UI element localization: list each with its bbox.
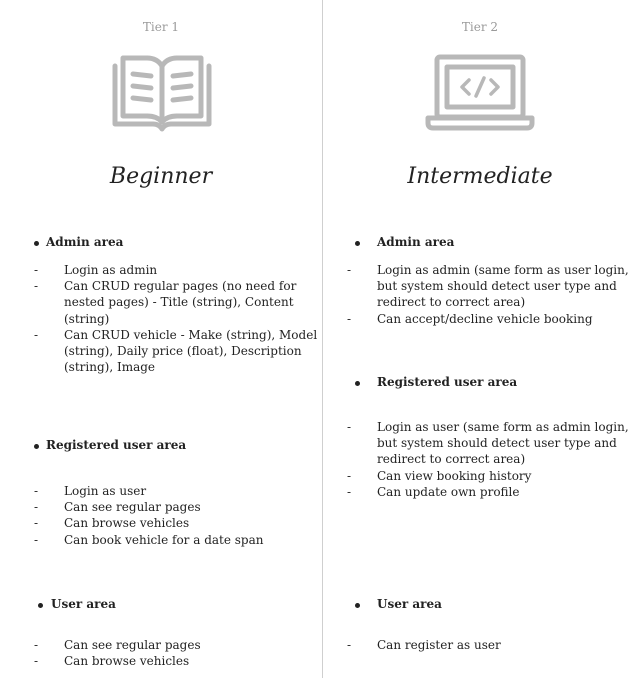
section-list: - Can see regular pages - Can browse vehic… — [28, 637, 320, 669]
section-list: - Login as admin (same form as user login… — [341, 262, 637, 327]
tier-label: Tier 2 — [461, 20, 499, 34]
tier-title: Beginner — [109, 164, 213, 189]
section-list: - Login as admin - Can CRUD regular pages … — [28, 262, 320, 375]
laptop-code-icon — [425, 54, 535, 131]
list-item: - Login as user (same form as admin login… — [347, 420, 629, 467]
tier-label: Tier 1 — [142, 20, 180, 34]
list-item: - Can browse vehicles — [34, 654, 190, 669]
list-item: - Can CRUD regular pages (no need for nes… — [34, 279, 297, 326]
section-title: Admin area — [46, 235, 124, 249]
tier-title: Intermediate — [407, 164, 553, 189]
list-item: - Can accept/decline vehicle booking — [347, 311, 593, 326]
list-item: - Login as admin (same form as user login… — [347, 263, 629, 310]
section-title: Registered user area — [377, 375, 518, 389]
section-title: Admin area — [377, 235, 455, 249]
open-book-icon — [112, 55, 212, 132]
bullet-icon — [355, 381, 360, 386]
list-item: - Can see regular pages — [34, 500, 201, 515]
section-title: User area — [377, 597, 442, 611]
list-item: - Login as admin — [34, 263, 158, 277]
list-item: - Can register as user — [347, 638, 501, 652]
bullet-icon — [355, 603, 360, 608]
list-item: - Can update own profile — [347, 484, 520, 499]
bullet-icon — [34, 444, 39, 449]
column-divider — [322, 0, 323, 678]
section-list: - Login as user - Can see regular pages -C… — [28, 483, 320, 548]
list-item: - Login as user — [34, 484, 147, 498]
bullet-icon — [34, 241, 39, 246]
bullet-icon — [38, 603, 43, 608]
list-item: - Can see regular pages — [34, 638, 201, 652]
list-item: - Can browse vehicles — [34, 516, 190, 531]
list-item: - Can book vehicle for a date span — [34, 532, 264, 547]
list-item: - Can view booking history — [347, 468, 532, 483]
section-title: Registered user area — [46, 438, 187, 452]
section-list: - Login as user (same form as admin login… — [341, 419, 637, 500]
section-title: User area — [51, 597, 116, 611]
section-list: - Can register as user — [341, 637, 637, 653]
list-item: - Can CRUD vehicle - Make (string), Model… — [34, 327, 318, 375]
bullet-icon — [355, 241, 360, 246]
